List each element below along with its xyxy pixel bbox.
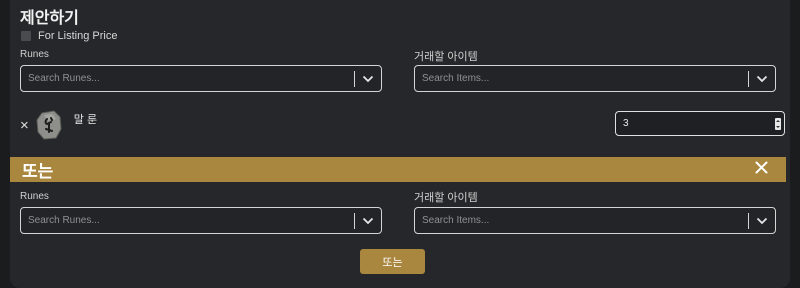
items-search-placeholder: Search Items...	[422, 215, 490, 226]
items-label: 거래할 아이템	[414, 192, 478, 204]
runes-select[interactable]: Search Runes...	[20, 207, 382, 234]
items-select[interactable]: Search Items...	[414, 207, 776, 234]
items-search-placeholder: Search Items...	[422, 73, 490, 84]
runes-search-placeholder: Search Runes...	[28, 215, 100, 226]
listing-price-label: For Listing Price	[38, 30, 118, 42]
runes-search-placeholder: Search Runes...	[28, 73, 100, 84]
chevron-down-icon[interactable]	[355, 208, 381, 233]
items-select[interactable]: Search Items...	[414, 65, 776, 92]
or-divider-label: 또는	[22, 162, 54, 181]
runes-label: Runes	[20, 49, 49, 60]
or-divider: 또는	[10, 157, 786, 182]
listing-price-checkbox[interactable]	[21, 31, 31, 41]
chevron-down-icon[interactable]	[749, 208, 775, 233]
quantity-input[interactable]: 3	[615, 111, 785, 136]
rune-name: 말 룬	[73, 114, 98, 126]
runes-label: Runes	[20, 191, 49, 202]
remove-rune-icon[interactable]: ×	[20, 117, 29, 134]
chevron-down-icon[interactable]	[749, 66, 775, 91]
close-icon[interactable]	[755, 161, 768, 179]
offer-panel: 제안하기 For Listing Price Runes Search Rune…	[10, 0, 790, 288]
selected-rune-row: × 말 룬	[20, 110, 97, 140]
quantity-stepper[interactable]	[775, 117, 781, 130]
runes-select[interactable]: Search Runes...	[20, 65, 382, 92]
add-or-button[interactable]: 또는	[360, 249, 425, 274]
items-label: 거래할 아이템	[414, 51, 478, 63]
chevron-down-icon[interactable]	[355, 66, 381, 91]
quantity-value: 3	[623, 118, 629, 129]
mal-rune-icon	[36, 110, 62, 140]
listing-price-option[interactable]: For Listing Price	[21, 30, 117, 42]
page-title: 제안하기	[20, 10, 79, 27]
